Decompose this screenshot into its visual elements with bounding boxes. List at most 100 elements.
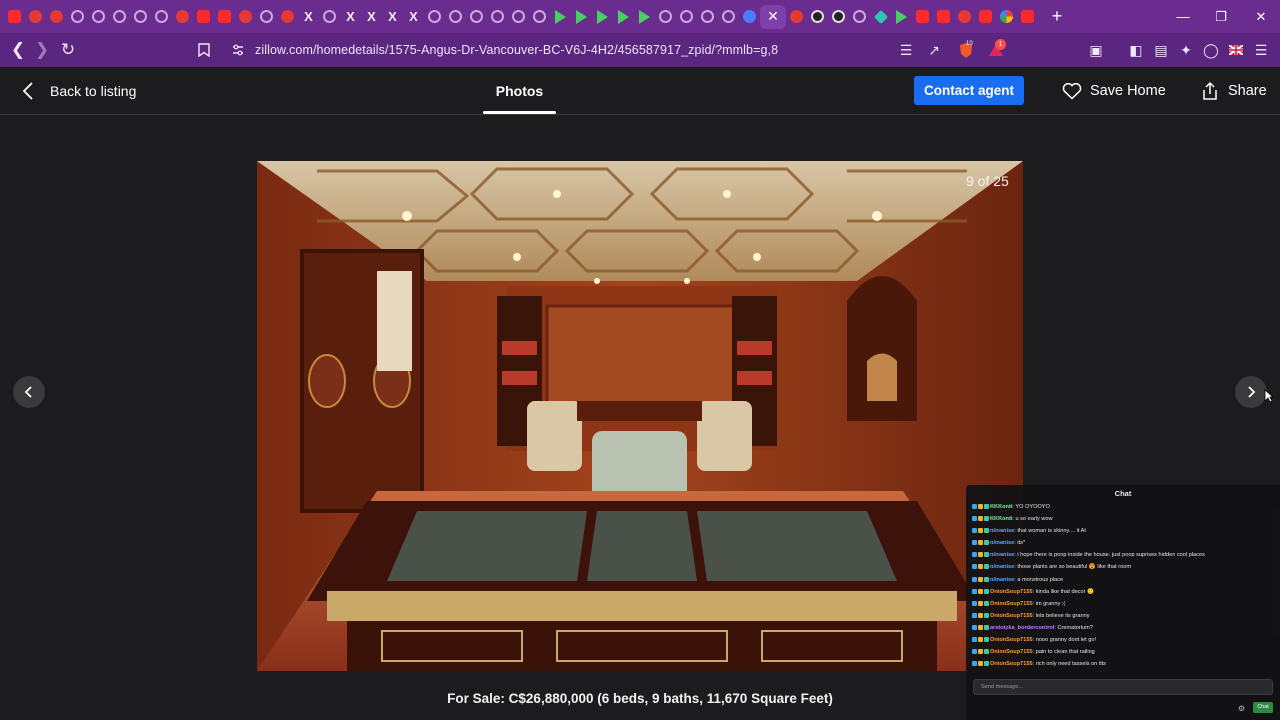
browser-tab[interactable] bbox=[613, 5, 634, 29]
chat-username[interactable]: OnionSoup7155 bbox=[990, 649, 1033, 655]
browser-tab[interactable]: X bbox=[361, 5, 382, 29]
browser-tab[interactable] bbox=[46, 5, 67, 29]
browser-tab[interactable]: X bbox=[298, 5, 319, 29]
browser-tab[interactable] bbox=[109, 5, 130, 29]
chat-username[interactable]: niinanise bbox=[990, 564, 1014, 570]
browser-tab[interactable] bbox=[807, 5, 828, 29]
reload-icon[interactable]: ↻ bbox=[56, 38, 80, 62]
browser-tab[interactable] bbox=[151, 5, 172, 29]
browser-tab[interactable] bbox=[214, 5, 235, 29]
browser-forward-icon[interactable]: ❯ bbox=[30, 38, 54, 62]
browser-tab[interactable] bbox=[933, 5, 954, 29]
share-icon bbox=[1203, 81, 1217, 100]
chat-message: niinanise: those plants are so beautiful… bbox=[972, 561, 1276, 573]
browser-tab[interactable] bbox=[277, 5, 298, 29]
screenshot-icon[interactable]: ▣ bbox=[1084, 38, 1108, 62]
share-button[interactable]: Share bbox=[1200, 79, 1267, 103]
chat-message-input[interactable]: Send message... bbox=[973, 679, 1273, 695]
chat-username[interactable]: niinanise bbox=[990, 577, 1014, 583]
browser-tab[interactable] bbox=[891, 5, 912, 29]
vpn-icon[interactable]: ◯ bbox=[1199, 38, 1223, 62]
browser-tab[interactable] bbox=[508, 5, 529, 29]
browser-tab[interactable]: X bbox=[340, 5, 361, 29]
bookmark-icon[interactable] bbox=[192, 38, 216, 62]
restore-icon[interactable]: ❐ bbox=[1202, 0, 1240, 33]
browser-tab[interactable] bbox=[849, 5, 870, 29]
browser-tab[interactable] bbox=[676, 5, 697, 29]
save-home-button[interactable]: Save Home bbox=[1062, 79, 1166, 103]
address-bar[interactable]: zillow.com/homedetails/1575-Angus-Dr-Van… bbox=[220, 36, 1010, 64]
browser-tab[interactable] bbox=[592, 5, 613, 29]
browser-tab[interactable] bbox=[996, 5, 1017, 29]
browser-tab[interactable] bbox=[786, 5, 807, 29]
back-to-listing-button[interactable]: Back to listing bbox=[18, 79, 136, 103]
chat-username[interactable]: KKKonti bbox=[990, 504, 1012, 510]
browser-tab[interactable] bbox=[912, 5, 933, 29]
browser-tab[interactable] bbox=[88, 5, 109, 29]
next-photo-button[interactable] bbox=[1235, 376, 1267, 408]
browser-tab[interactable] bbox=[718, 5, 739, 29]
browser-tab[interactable] bbox=[529, 5, 550, 29]
browser-tab[interactable] bbox=[445, 5, 466, 29]
chat-send-button[interactable]: Chat bbox=[1253, 702, 1273, 713]
new-tab-button[interactable]: + bbox=[1046, 6, 1068, 27]
browser-tab[interactable] bbox=[870, 5, 891, 29]
browser-tab[interactable] bbox=[256, 5, 277, 29]
browser-back-icon[interactable]: ❮ bbox=[6, 38, 30, 62]
share-page-icon[interactable]: ↗ bbox=[922, 38, 946, 62]
browser-tab[interactable] bbox=[67, 5, 88, 29]
chat-username[interactable]: niinanise bbox=[990, 552, 1014, 558]
leo-ai-icon[interactable]: ✦ bbox=[1174, 38, 1198, 62]
browser-tab[interactable] bbox=[975, 5, 996, 29]
previous-photo-button[interactable] bbox=[13, 376, 45, 408]
browser-tab[interactable] bbox=[319, 5, 340, 29]
chat-username[interactable]: arstotzka_bordercontrol bbox=[990, 625, 1054, 631]
browser-tab[interactable] bbox=[571, 5, 592, 29]
play-icon bbox=[555, 9, 566, 24]
browser-tab[interactable] bbox=[697, 5, 718, 29]
browser-tab[interactable] bbox=[1017, 5, 1038, 29]
reader-mode-icon[interactable]: ☰ bbox=[894, 38, 918, 62]
menu-icon[interactable]: ☰ bbox=[1249, 38, 1273, 62]
extension-flag-icon[interactable] bbox=[1224, 38, 1248, 62]
browser-tab[interactable] bbox=[235, 5, 256, 29]
youtube-icon bbox=[218, 10, 231, 23]
browser-tab[interactable] bbox=[193, 5, 214, 29]
active-tab-close-button[interactable]: ✕ bbox=[760, 4, 786, 29]
chat-badge-icon bbox=[978, 540, 983, 546]
chat-username[interactable]: KKKonti bbox=[990, 516, 1012, 522]
chat-username[interactable]: OnionSoup7155 bbox=[990, 613, 1033, 619]
browser-tab[interactable] bbox=[954, 5, 975, 29]
minimize-icon[interactable]: — bbox=[1164, 0, 1202, 33]
browser-tab[interactable] bbox=[655, 5, 676, 29]
browser-tab[interactable] bbox=[424, 5, 445, 29]
browser-tab[interactable] bbox=[4, 5, 25, 29]
browser-tab[interactable] bbox=[130, 5, 151, 29]
window-close-icon[interactable]: ✕ bbox=[1242, 0, 1280, 33]
browser-tab[interactable] bbox=[487, 5, 508, 29]
browser-tab[interactable] bbox=[550, 5, 571, 29]
tab-photos[interactable]: Photos bbox=[483, 67, 556, 115]
chat-username[interactable]: niinanise bbox=[990, 540, 1014, 546]
browser-tab[interactable]: X bbox=[403, 5, 424, 29]
chat-username[interactable]: OnionSoup7155 bbox=[990, 601, 1033, 607]
wallet-icon[interactable]: ▤ bbox=[1149, 38, 1173, 62]
browser-tab[interactable] bbox=[828, 5, 849, 29]
active-tab-indicator bbox=[483, 111, 556, 114]
sidebar-icon[interactable]: ◧ bbox=[1124, 38, 1148, 62]
browser-tab[interactable] bbox=[466, 5, 487, 29]
chat-username[interactable]: OnionSoup7155 bbox=[990, 589, 1033, 595]
browser-tab[interactable] bbox=[739, 5, 760, 29]
browser-tab[interactable]: X bbox=[382, 5, 403, 29]
browser-tab[interactable] bbox=[634, 5, 655, 29]
browser-tab[interactable] bbox=[25, 5, 46, 29]
chat-username[interactable]: OnionSoup7155 bbox=[990, 661, 1033, 667]
circle-icon bbox=[134, 10, 147, 23]
site-info-icon[interactable] bbox=[231, 43, 245, 57]
browser-tab[interactable] bbox=[172, 5, 193, 29]
chat-username[interactable]: OnionSoup7155 bbox=[990, 637, 1033, 643]
gear-icon[interactable]: ⚙ bbox=[1238, 704, 1245, 713]
chat-username[interactable]: niinanise bbox=[990, 528, 1014, 534]
chat-badge-icon bbox=[984, 504, 989, 510]
contact-agent-button[interactable]: Contact agent bbox=[914, 76, 1024, 105]
